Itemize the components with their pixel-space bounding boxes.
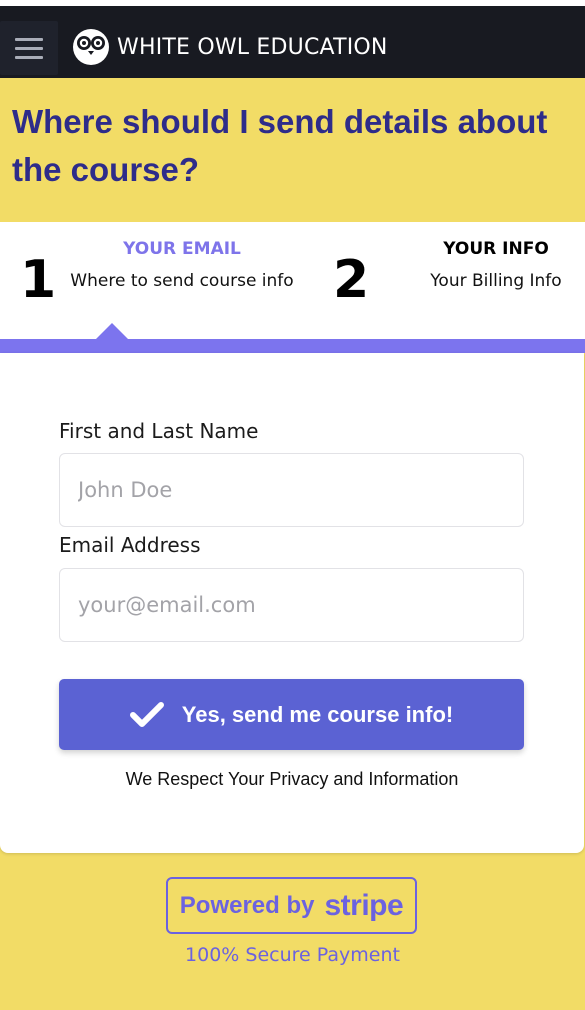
step-indicator: 1 YOUR EMAIL Where to send course info 2… (0, 222, 585, 340)
navbar: WHITE OWL EDUCATION (0, 6, 585, 78)
email-field-label: Email Address (59, 533, 201, 557)
step-2-title: YOUR INFO (443, 239, 549, 259)
active-step-pointer (96, 323, 128, 339)
step-2-number: 2 (333, 250, 370, 310)
name-input[interactable] (59, 453, 524, 527)
powered-by-stripe-badge[interactable]: Powered by stripe (166, 877, 417, 934)
step-1-title: YOUR EMAIL (123, 239, 241, 259)
menu-line (15, 37, 43, 41)
menu-line (15, 55, 43, 59)
submit-button-label: Yes, send me course info! (181, 701, 454, 727)
step-2-subtitle: Your Billing Info (430, 271, 562, 291)
menu-line (15, 46, 43, 50)
owl-logo-icon[interactable] (72, 28, 110, 66)
powered-by-label: Powered by (179, 891, 315, 919)
submit-button[interactable]: Yes, send me course info! (59, 679, 524, 750)
name-field-label: First and Last Name (59, 419, 259, 443)
privacy-notice: We Respect Your Privacy and Information (125, 769, 459, 789)
brand-name[interactable]: WHITE OWL EDUCATION (117, 35, 388, 60)
checkmark-icon (129, 701, 164, 727)
signup-form-card: First and Last Name Email Address Yes, s… (0, 353, 584, 853)
secure-payment-text: 100% Secure Payment (185, 944, 400, 966)
page-headline: Where should I send details about the co… (12, 103, 548, 188)
step-1-subtitle: Where to send course info (70, 271, 294, 291)
stripe-logo: stripe (324, 888, 404, 922)
progress-bar (0, 339, 585, 353)
hamburger-menu-icon[interactable] (0, 21, 58, 75)
step-1-number: 1 (20, 250, 57, 310)
email-input[interactable] (59, 568, 524, 642)
